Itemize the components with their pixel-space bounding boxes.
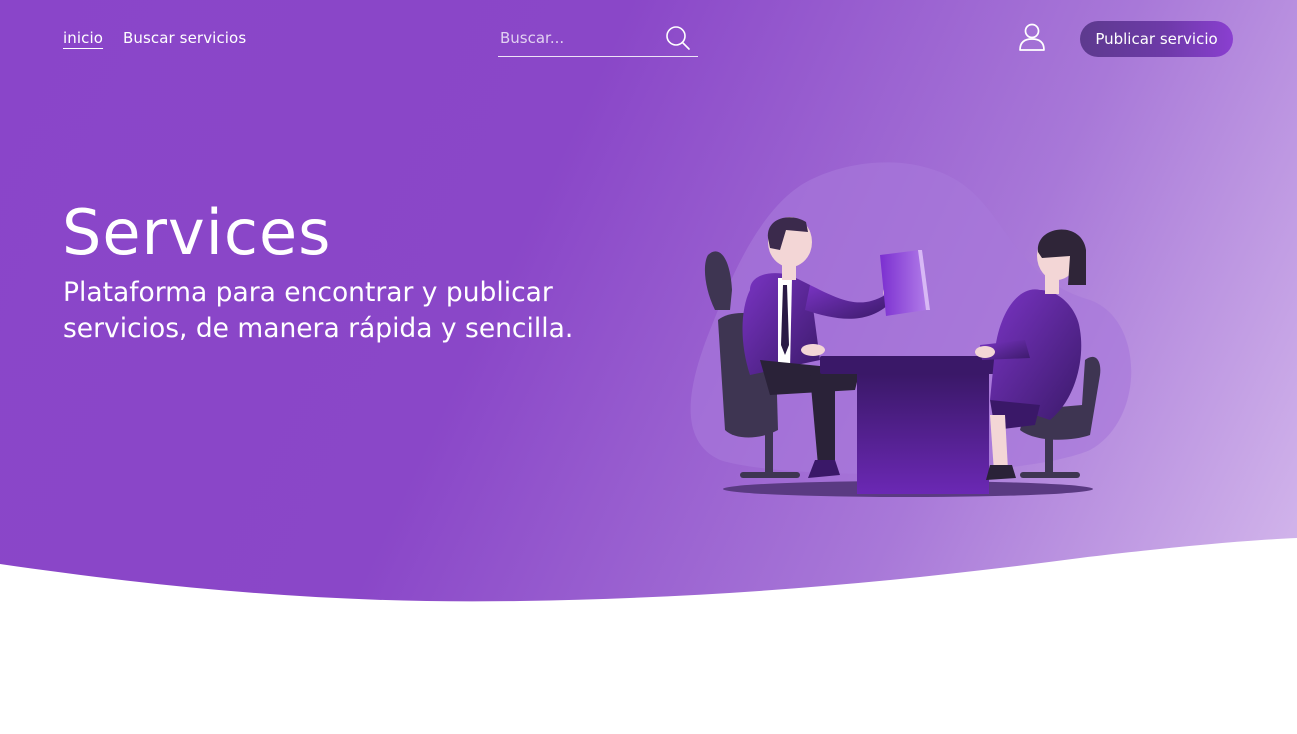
search-bar: [498, 20, 698, 57]
hero-subtitle: Plataforma para encontrar y publicar ser…: [63, 277, 574, 344]
search-icon[interactable]: [665, 25, 691, 51]
nav-link-home[interactable]: inicio: [63, 29, 103, 47]
publish-service-button[interactable]: Publicar servicio: [1080, 21, 1233, 57]
user-icon[interactable]: [1017, 22, 1047, 52]
business-meeting-illustration: [690, 162, 1132, 497]
hero-title: Services: [62, 196, 332, 269]
nav-link-search-services[interactable]: Buscar servicios: [123, 29, 246, 47]
hero-wave-divider: [0, 538, 1297, 734]
search-input[interactable]: [498, 20, 658, 56]
